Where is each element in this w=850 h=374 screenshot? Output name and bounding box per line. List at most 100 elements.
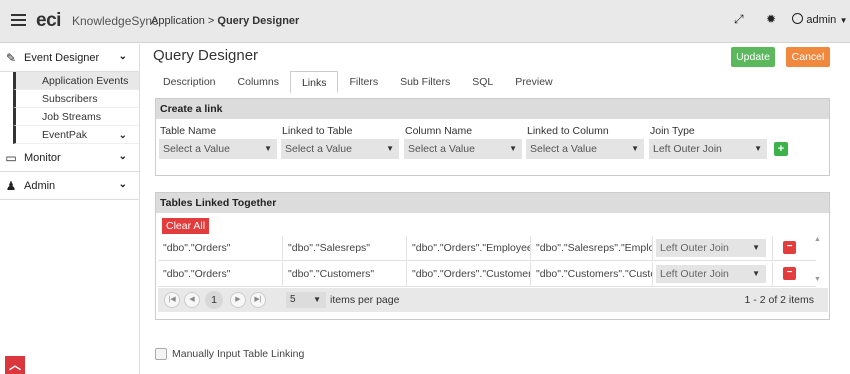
table-name-cell: "dbo"."Orders" xyxy=(158,236,283,260)
join-type-cell: Left Outer Join ▼ xyxy=(653,262,773,286)
column-name-cell: "dbo"."Orders"."Customerl... xyxy=(407,262,531,286)
sidebar-item-label: Subscribers xyxy=(42,93,98,105)
sidebar-item-event-designer[interactable]: ✎ Event Designer ⌄ xyxy=(0,44,139,72)
delete-row-button[interactable]: − xyxy=(783,267,796,280)
tab-links[interactable]: Links xyxy=(289,71,339,93)
join-type-label: Join Type xyxy=(650,125,695,137)
prev-page-icon[interactable]: ◀ xyxy=(184,292,200,308)
linked-column-cell: "dbo"."Salesreps"."Employ... xyxy=(531,236,653,260)
create-link-heading: Create a link xyxy=(156,99,829,119)
sidebar-item-subscribers[interactable]: Subscribers xyxy=(13,90,139,108)
tab-description[interactable]: Description xyxy=(152,71,227,93)
first-page-icon[interactable]: |◀ xyxy=(164,292,180,308)
table-row: "dbo"."Orders" "dbo"."Salesreps" "dbo"."… xyxy=(158,236,816,261)
tab-columns[interactable]: Columns xyxy=(227,71,290,93)
user-menu[interactable]: admin ▼ xyxy=(792,12,848,26)
caret-down-icon: ▼ xyxy=(313,295,321,304)
column-name-cell: "dbo"."Orders"."Employee... xyxy=(407,236,531,260)
column-name-select[interactable]: Select a Value ▼ xyxy=(404,139,522,159)
sidebar-item-application-events[interactable]: Application Events xyxy=(13,72,139,90)
page-number[interactable]: 1 xyxy=(205,291,223,309)
hamburger-menu-icon[interactable] xyxy=(11,14,26,26)
sidebar-item-label: Monitor xyxy=(24,151,61,164)
page-size-select[interactable]: 5 ▼ xyxy=(286,292,326,308)
chevron-down-icon: ⌄ xyxy=(118,51,127,62)
breadcrumb-separator: > xyxy=(207,15,215,27)
tab-bar: Description Columns Links Filters Sub Fi… xyxy=(152,71,564,93)
linked-column-cell: "dbo"."Customers"."Custo... xyxy=(531,262,653,286)
linked-table-cell: "dbo"."Customers" xyxy=(283,262,407,286)
select-value: Select a Value xyxy=(163,143,230,155)
next-page-icon[interactable]: ▶ xyxy=(230,292,246,308)
caret-down-icon: ▼ xyxy=(754,144,762,153)
breadcrumb-current: Query Designer xyxy=(217,15,300,27)
breadcrumb-root[interactable]: Application xyxy=(151,15,205,27)
select-value: Select a Value xyxy=(530,143,597,155)
chevron-up-icon: ︿ xyxy=(8,358,21,372)
join-type-select[interactable]: Left Outer Join ▼ xyxy=(656,239,766,257)
caret-down-icon: ▼ xyxy=(386,144,394,153)
scroll-top-button[interactable]: ︿ xyxy=(5,356,25,374)
sidebar-item-job-streams[interactable]: Job Streams xyxy=(13,108,139,126)
pager: |◀ ◀ 1 ▶ ▶| 5 ▼ items per page 1 - 2 of … xyxy=(158,288,828,312)
gear-icon[interactable]: ✹ xyxy=(766,12,776,26)
update-button[interactable]: Update xyxy=(731,47,775,67)
scroll-down-icon: ▼ xyxy=(814,276,821,283)
pager-summary: 1 - 2 of 2 items xyxy=(744,294,814,306)
logo-product: KnowledgeSync xyxy=(72,14,159,28)
join-type-select[interactable]: Left Outer Join ▼ xyxy=(656,265,766,283)
expand-icon[interactable]: ⤢ xyxy=(734,12,744,27)
tab-preview[interactable]: Preview xyxy=(504,71,563,93)
tab-sql[interactable]: SQL xyxy=(461,71,504,93)
chevron-down-icon: ⌄ xyxy=(118,179,127,190)
manual-linking-checkbox[interactable] xyxy=(155,348,167,360)
join-type-cell: Left Outer Join ▼ xyxy=(653,236,773,260)
user-icon: ♟ xyxy=(5,178,17,193)
sidebar-item-label: Application Events xyxy=(42,75,129,87)
delete-row-button[interactable]: − xyxy=(783,241,796,254)
sidebar-item-label: Admin xyxy=(24,179,56,192)
sidebar-item-label: Job Streams xyxy=(42,111,101,123)
table-name-cell: "dbo"."Orders" xyxy=(158,262,283,286)
select-value: 5 xyxy=(290,294,296,305)
clear-all-button[interactable]: Clear All xyxy=(162,218,210,234)
minus-icon: − xyxy=(786,241,793,252)
linked-table-cell: "dbo"."Salesreps" xyxy=(283,236,407,260)
last-page-icon[interactable]: ▶| xyxy=(250,292,266,308)
add-link-button[interactable]: + xyxy=(774,142,788,156)
tab-sub-filters[interactable]: Sub Filters xyxy=(389,71,461,93)
caret-down-icon: ▼ xyxy=(752,243,760,252)
sidebar-item-eventpak[interactable]: EventPak ⌄ xyxy=(13,126,139,144)
table-name-label: Table Name xyxy=(160,125,217,137)
breadcrumb: Application > Query Designer xyxy=(151,15,299,27)
minus-icon: − xyxy=(786,267,793,278)
linked-to-table-select[interactable]: Select a Value ▼ xyxy=(281,139,399,159)
user-name: admin xyxy=(806,14,837,26)
sidebar-item-label: EventPak xyxy=(42,129,87,141)
linked-to-table-label: Linked to Table xyxy=(282,125,353,137)
grid-scrollbar[interactable]: ▲ ▼ xyxy=(813,236,823,286)
select-value: Left Outer Join xyxy=(653,143,722,155)
chevron-down-icon: ⌄ xyxy=(118,151,127,162)
table-row: "dbo"."Orders" "dbo"."Customers" "dbo"."… xyxy=(158,262,816,287)
monitor-icon: ▭ xyxy=(5,150,17,165)
top-bar: eci KnowledgeSync Application > Query De… xyxy=(0,0,850,43)
join-type-select[interactable]: Left Outer Join ▼ xyxy=(649,139,767,159)
logo-eci: eci xyxy=(36,10,61,31)
select-value: Left Outer Join xyxy=(660,242,729,254)
tab-filters[interactable]: Filters xyxy=(338,71,389,93)
column-name-label: Column Name xyxy=(405,125,473,137)
linked-to-column-select[interactable]: Select a Value ▼ xyxy=(526,139,644,159)
caret-down-icon: ▼ xyxy=(752,269,760,278)
select-value: Select a Value xyxy=(408,143,475,155)
sidebar: ✎ Event Designer ⌄ Application Events Su… xyxy=(0,44,140,374)
sidebar-item-label: Event Designer xyxy=(24,51,100,64)
chevron-down-icon: ⌄ xyxy=(118,130,127,141)
sidebar-item-admin[interactable]: ♟ Admin ⌄ xyxy=(0,172,139,200)
cancel-button[interactable]: Cancel xyxy=(786,47,830,67)
table-name-select[interactable]: Select a Value ▼ xyxy=(159,139,277,159)
sidebar-item-monitor[interactable]: ▭ Monitor ⌄ xyxy=(0,144,139,172)
edit-icon: ✎ xyxy=(5,50,17,65)
plus-icon: + xyxy=(777,143,785,155)
select-value: Select a Value xyxy=(285,143,352,155)
